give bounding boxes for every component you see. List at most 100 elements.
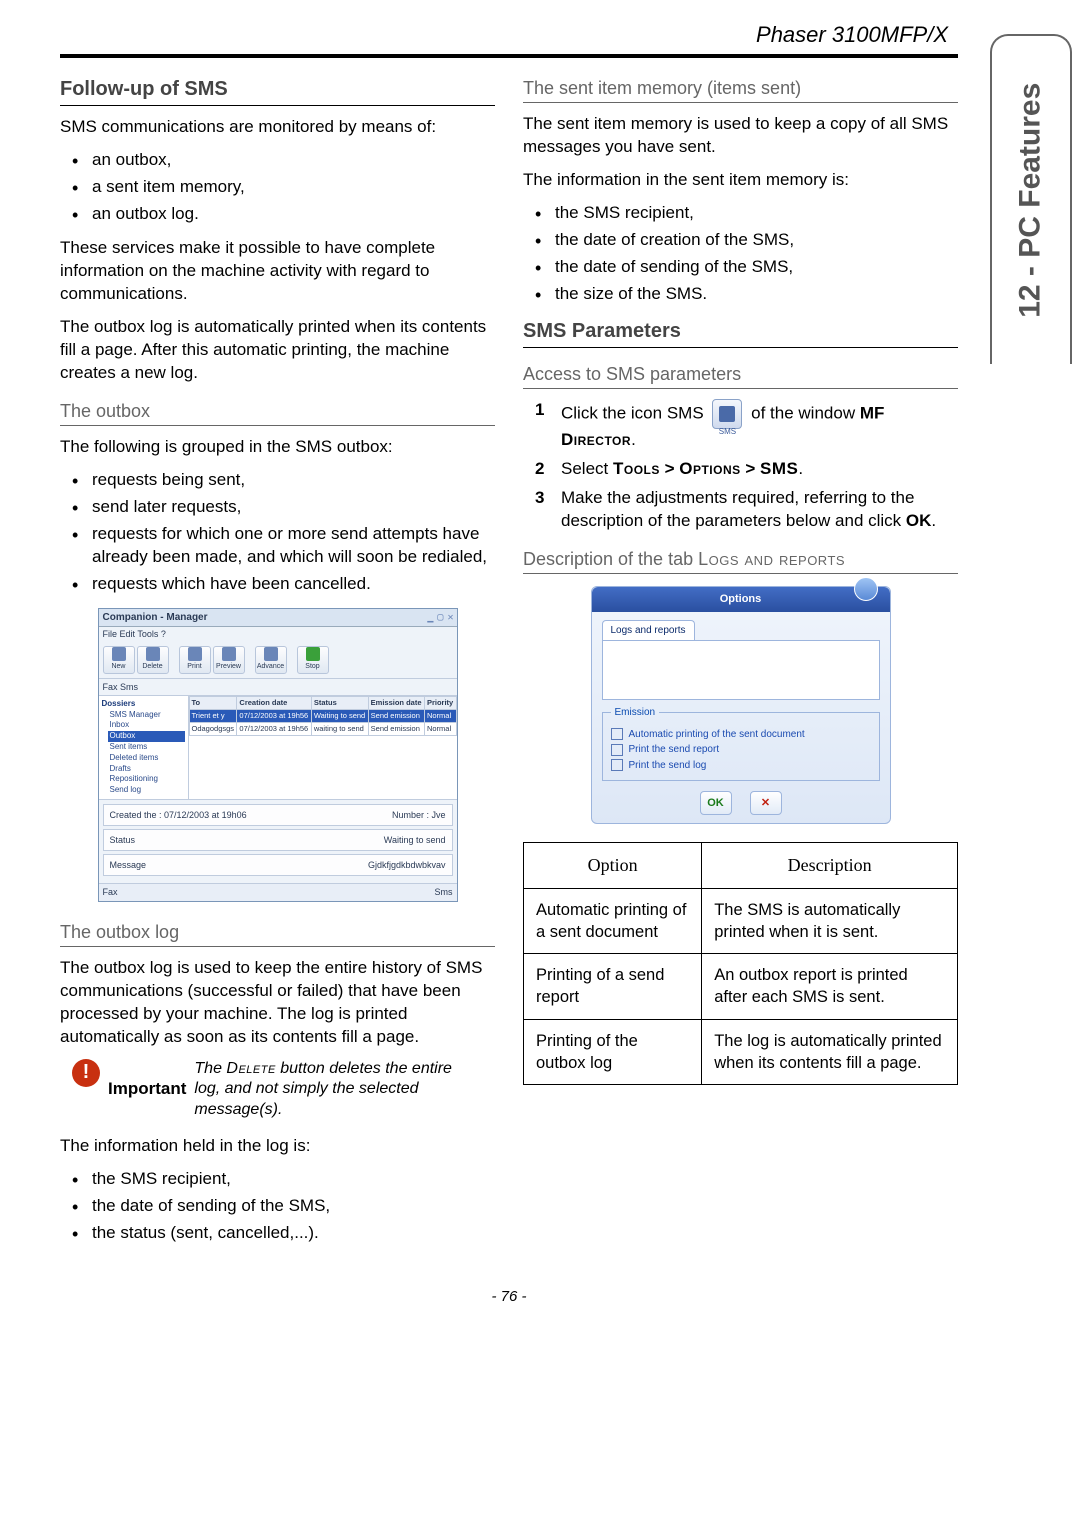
heading-outbox-log: The outbox log <box>60 920 495 944</box>
tree-item[interactable]: Inbox <box>108 720 185 731</box>
heading-outbox: The outbox <box>60 399 495 423</box>
printer-icon <box>188 647 202 661</box>
para-sentinfo: The information in the sent item memory … <box>523 169 958 192</box>
heading-desc-tab: Description of the tab Logs and reports <box>523 547 958 571</box>
tree-item[interactable]: Outbox <box>108 731 185 742</box>
table-header: Description <box>702 843 958 888</box>
tabs[interactable]: Fax Sms <box>99 679 457 695</box>
list-item: an outbox, <box>72 149 495 172</box>
list-item: the status (sent, cancelled,...). <box>72 1222 495 1245</box>
tree-item[interactable]: Sent items <box>108 742 185 753</box>
tree-item[interactable]: SMS Manager <box>108 710 185 721</box>
rule <box>60 946 495 947</box>
detail-status-label: Status <box>110 834 136 846</box>
rule <box>523 102 958 103</box>
tree-item[interactable]: Send log <box>108 785 185 796</box>
list-item: the size of the SMS. <box>535 283 958 306</box>
warning-icon: ! <box>72 1059 100 1087</box>
checkbox-icon <box>611 728 623 740</box>
checkbox-auto-print[interactable]: Automatic printing of the sent document <box>611 728 871 742</box>
folder-tree[interactable]: Dossiers SMS Manager Inbox Outbox Sent i… <box>99 696 189 799</box>
preview-icon <box>222 647 236 661</box>
step: 1 Click the icon SMS SMS of the window M… <box>535 399 958 452</box>
list-sentinfo: the SMS recipient, the date of creation … <box>523 202 958 306</box>
heading-access-params: Access to SMS parameters <box>523 362 958 386</box>
rule <box>60 425 495 426</box>
toolbar: New Delete Print Preview Advance Stop <box>99 642 457 679</box>
para-outboxlog: The outbox log is used to keep the entir… <box>60 957 495 1049</box>
list-item: an outbox log. <box>72 203 495 226</box>
list-item: the SMS recipient, <box>72 1168 495 1191</box>
detail-status-value: Waiting to send <box>384 834 446 846</box>
important-label: Important <box>108 1078 186 1101</box>
rule <box>523 388 958 389</box>
table-row: Automatic printing of a sent documentThe… <box>524 888 958 954</box>
list-item: a sent item memory, <box>72 176 495 199</box>
detail-panel: Created the : 07/12/2003 at 19h06 Number … <box>99 799 457 883</box>
toolbar-new[interactable]: New <box>103 646 135 674</box>
heading-sms-parameters: SMS Parameters <box>523 318 958 345</box>
ok-button[interactable]: OK <box>700 791 732 815</box>
detail-message-label: Message <box>110 859 147 871</box>
page-number: - 76 - <box>60 1287 958 1307</box>
para-intro: SMS communications are monitored by mean… <box>60 116 495 139</box>
options-description-table: Option Description Automatic printing of… <box>523 842 958 1085</box>
toolbar-print[interactable]: Print <box>179 646 211 674</box>
tree-item[interactable]: Deleted items <box>108 753 185 764</box>
grid-header[interactable]: Priority <box>424 696 456 709</box>
para-loginfo: The information held in the log is: <box>60 1135 495 1158</box>
table-header: Option <box>524 843 702 888</box>
table-row[interactable]: Trient et y07/12/2003 at 19h56Waiting to… <box>189 709 456 722</box>
detail-number: Number : Jve <box>392 809 446 821</box>
important-callout: ! Important The Delete button deletes th… <box>72 1059 465 1121</box>
list-item: the SMS recipient, <box>535 202 958 225</box>
grid-header[interactable]: Creation date <box>237 696 311 709</box>
tree-item[interactable]: Repositioning <box>108 774 185 785</box>
heading-followup: Follow-up of SMS <box>60 76 495 103</box>
steps-access: 1 Click the icon SMS SMS of the window M… <box>523 399 958 533</box>
window-titlebar: Companion - Manager ▁ ▢ ✕ <box>99 609 457 628</box>
grid-header[interactable]: Status <box>311 696 368 709</box>
tab-logs-reports[interactable]: Logs and reports <box>602 620 695 641</box>
window-controls[interactable]: ▁ ▢ ✕ <box>427 611 452 625</box>
side-chapter-label: 12 - PC Features <box>1011 82 1052 317</box>
header-rule <box>60 54 958 58</box>
list-item: the date of sending of the SMS, <box>72 1195 495 1218</box>
toolbar-stop[interactable]: Stop <box>297 646 329 674</box>
toolbar-advance[interactable]: Advance <box>255 646 287 674</box>
step: 3 Make the adjustments required, referri… <box>535 487 958 533</box>
grid-header[interactable]: Emission date <box>368 696 424 709</box>
para-outbox-intro: The following is grouped in the SMS outb… <box>60 436 495 459</box>
tree-item[interactable]: Drafts <box>108 764 185 775</box>
heading-sent-memory: The sent item memory (items sent) <box>523 76 958 100</box>
step: 2 Select Tools > Options > SMS. <box>535 458 958 481</box>
toolbar-delete[interactable]: Delete <box>137 646 169 674</box>
header-product: Phaser 3100MFP/X <box>60 20 958 50</box>
list-item: requests which have been cancelled. <box>72 573 495 596</box>
list-item: send later requests, <box>72 496 495 519</box>
checkbox-send-log[interactable]: Print the send log <box>611 759 871 773</box>
stop-icon <box>306 647 320 661</box>
rule <box>523 347 958 348</box>
side-chapter-tab: 12 - PC Features <box>990 34 1072 364</box>
tree-title: Dossiers <box>102 699 185 710</box>
para-sentmem: The sent item memory is used to keep a c… <box>523 113 958 159</box>
list-loginfo: the SMS recipient, the date of sending o… <box>60 1168 495 1245</box>
rule <box>523 573 958 574</box>
cancel-button[interactable]: ✕ <box>750 791 782 815</box>
checkbox-icon <box>611 744 623 756</box>
toolbar-preview[interactable]: Preview <box>213 646 245 674</box>
figure-options-dialog: Options Logs and reports Emission Automa… <box>591 586 891 824</box>
refresh-icon <box>264 647 278 661</box>
para-services: These services make it possible to have … <box>60 237 495 306</box>
menubar[interactable]: File Edit Tools ? <box>99 627 457 641</box>
detail-created: Created the : 07/12/2003 at 19h06 <box>110 809 247 821</box>
sms-icon[interactable]: SMS <box>712 399 742 429</box>
grid-header[interactable]: To <box>189 696 237 709</box>
figure-companion-manager: Companion - Manager ▁ ▢ ✕ File Edit Tool… <box>98 608 458 902</box>
list-intro: an outbox, a sent item memory, an outbox… <box>60 149 495 226</box>
table-row[interactable]: Odagodgsgs07/12/2003 at 19h56waiting to … <box>189 723 456 736</box>
message-grid[interactable]: ToCreation dateStatusEmission datePriori… <box>189 696 457 799</box>
document-icon <box>112 647 126 661</box>
checkbox-send-report[interactable]: Print the send report <box>611 743 871 757</box>
